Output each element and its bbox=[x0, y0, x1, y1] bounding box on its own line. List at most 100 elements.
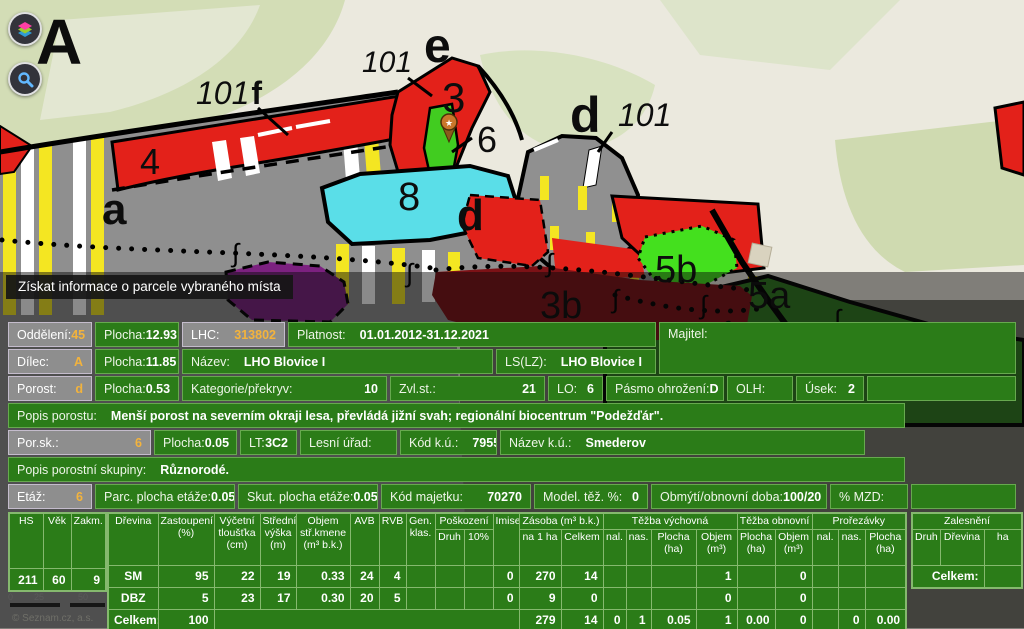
field-label: Plocha: bbox=[163, 436, 205, 450]
total-row: Celkem: bbox=[912, 565, 1022, 588]
field-value: Různorodé. bbox=[160, 463, 229, 477]
col-header: Objem stř.kmene (m³ b.k.) bbox=[296, 513, 350, 565]
field-dilec: Dílec: A bbox=[8, 349, 92, 374]
cell: 1 bbox=[696, 609, 737, 629]
field-pasmo: Pásmo ohrožení: D bbox=[606, 376, 724, 401]
group-header: Poškození bbox=[435, 513, 493, 529]
col-header: nas. bbox=[626, 529, 651, 565]
cell bbox=[737, 587, 775, 609]
scale-tick: 0 bbox=[8, 592, 13, 602]
field-label: OLH: bbox=[736, 382, 765, 396]
cell: 211 bbox=[9, 569, 43, 592]
field-label: Etáž: bbox=[17, 490, 46, 504]
cell bbox=[464, 587, 493, 609]
field-popis-porostu: Popis porostu: Menší porost na severním … bbox=[8, 403, 905, 428]
group-header-row: Dřevina Zastoupení (%) Výčetní tloušťka … bbox=[108, 513, 906, 529]
field-value: 795551 bbox=[472, 436, 497, 450]
col-header: AVB bbox=[350, 513, 379, 565]
field-platnost: Platnost: 01.01.2012-31.12.2021 bbox=[288, 322, 656, 347]
total-label: Celkem: bbox=[108, 609, 158, 629]
field-empty bbox=[911, 484, 1016, 509]
cell: 23 bbox=[214, 587, 260, 609]
total-label: Celkem: bbox=[912, 565, 984, 588]
cell: 4 bbox=[379, 565, 406, 587]
cell: 95 bbox=[158, 565, 214, 587]
field-plocha-odd: Plocha: 12.93 bbox=[95, 322, 179, 347]
col-header: Celkem bbox=[561, 529, 603, 565]
map-attribution: © Seznam.cz, a.s. bbox=[12, 613, 93, 624]
field-label: Název k.ú.: bbox=[509, 436, 572, 450]
field-parc-plocha: Parc. plocha etáže: 0.05 bbox=[95, 484, 235, 509]
map-label-A: A bbox=[36, 6, 82, 78]
col-header: Zastoupení (%) bbox=[158, 513, 214, 565]
field-zvlst: Zvl.st.: 21 bbox=[390, 376, 545, 401]
cell: 22 bbox=[214, 565, 260, 587]
field-label: Oddělení: bbox=[17, 328, 71, 342]
cell: 5 bbox=[379, 587, 406, 609]
group-header-row: Zalesnění bbox=[912, 513, 1022, 529]
col-header: Gen. klas. bbox=[406, 513, 435, 565]
cell bbox=[737, 565, 775, 587]
cell bbox=[603, 565, 626, 587]
field-value: 0.05 bbox=[353, 490, 377, 504]
group-header: Prořezávky bbox=[812, 513, 906, 529]
cell: 0 bbox=[696, 587, 737, 609]
stand-row-dbz: DBZ 5 23 17 0.30 20 5 0 9 0 0 0 bbox=[108, 587, 906, 609]
total-row: Celkem: 100 279 14 0 1 0.05 1 0.00 0 0 0… bbox=[108, 609, 906, 629]
field-label: LT: bbox=[249, 436, 265, 450]
field-plocha-por: Plocha: 0.53 bbox=[95, 376, 179, 401]
cell bbox=[651, 587, 696, 609]
header-row: HS Věk Zakm. bbox=[9, 513, 106, 569]
cell: 0 bbox=[775, 565, 812, 587]
field-plocha-sk: Plocha: 0.05 bbox=[154, 430, 237, 455]
col-header: nas. bbox=[838, 529, 865, 565]
layers-icon bbox=[16, 20, 34, 38]
field-value: 10 bbox=[364, 382, 378, 396]
col-header: RVB bbox=[379, 513, 406, 565]
cell bbox=[984, 565, 1022, 588]
cell: 24 bbox=[350, 565, 379, 587]
group-header: Zásoba (m³ b.k.) bbox=[519, 513, 603, 529]
field-kod-ku: Kód k.ú.: 795551 bbox=[400, 430, 497, 455]
cell: 1 bbox=[696, 565, 737, 587]
cell bbox=[838, 587, 865, 609]
col-header: nal. bbox=[603, 529, 626, 565]
col-header: Imise bbox=[493, 513, 519, 565]
field-value: Smederov bbox=[586, 436, 646, 450]
stand-id-table: HS Věk Zakm. 211 60 9 bbox=[8, 512, 107, 592]
col-header: Objem (m³) bbox=[775, 529, 812, 565]
col-header: Zakm. bbox=[71, 513, 106, 569]
field-porsk: Por.sk.: 6 bbox=[8, 430, 151, 455]
field-label: Plocha: bbox=[104, 355, 146, 369]
search-button[interactable] bbox=[8, 62, 42, 96]
stand-row: 211 60 9 bbox=[9, 569, 106, 592]
field-value: 0.53 bbox=[146, 382, 170, 396]
map-label-e: e bbox=[424, 20, 451, 73]
field-value: 6 bbox=[135, 436, 142, 450]
field-usek: Úsek: 2 bbox=[796, 376, 864, 401]
col-header: Objem (m³) bbox=[696, 529, 737, 565]
cell: 17 bbox=[260, 587, 296, 609]
field-value: A bbox=[74, 355, 83, 369]
field-value: 45 bbox=[71, 328, 85, 342]
cell bbox=[812, 565, 838, 587]
field-label: LHC: bbox=[191, 328, 219, 342]
field-label: Porost: bbox=[17, 382, 57, 396]
map-label-8: 8 bbox=[398, 175, 420, 219]
col-header: Druh bbox=[912, 529, 940, 565]
col-header: HS bbox=[9, 513, 43, 569]
cell: 9 bbox=[71, 569, 106, 592]
group-header: Těžba obnovní bbox=[737, 513, 812, 529]
map-label-6: 6 bbox=[477, 119, 497, 160]
field-lesni-urad: Lesní úřad: bbox=[300, 430, 397, 455]
col-header: 10% bbox=[464, 529, 493, 565]
tool-tooltip: Získat informace o parcele vybraného mís… bbox=[6, 275, 293, 299]
cell bbox=[812, 587, 838, 609]
cell: 0 bbox=[775, 587, 812, 609]
layers-button[interactable] bbox=[8, 12, 42, 46]
scale-bar bbox=[10, 603, 60, 607]
cell bbox=[865, 587, 906, 609]
cell bbox=[626, 565, 651, 587]
field-label: Kód majetku: bbox=[390, 490, 463, 504]
field-value: 70270 bbox=[487, 490, 522, 504]
